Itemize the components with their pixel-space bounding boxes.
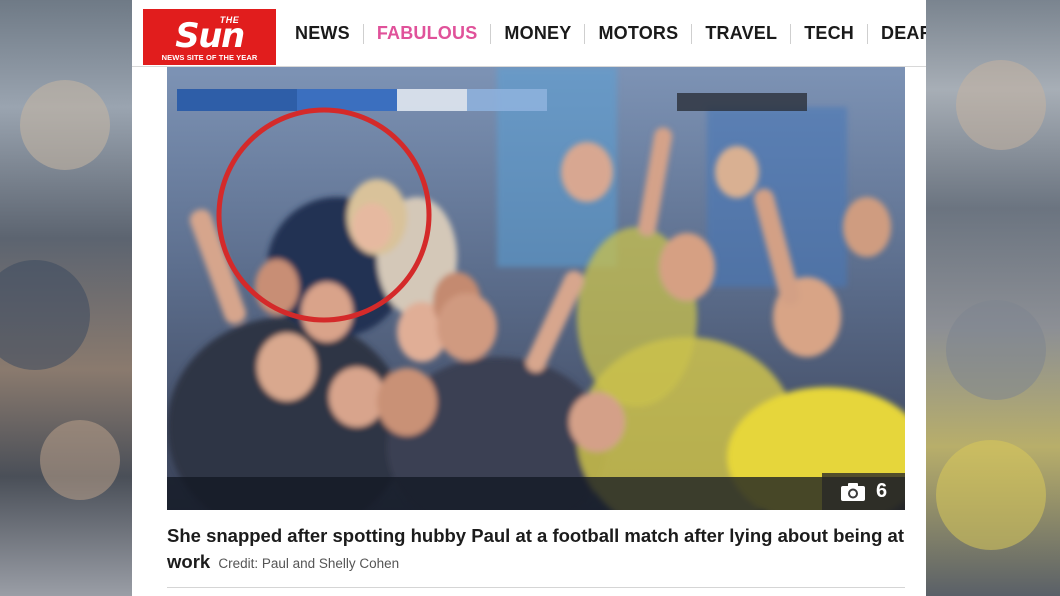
nav-item-dear-deidre[interactable]: DEAR DEIDRE bbox=[876, 23, 926, 44]
crowd-photo-illustration bbox=[167, 67, 905, 510]
nav-item-money[interactable]: MONEY bbox=[499, 23, 576, 44]
nav-item-tech[interactable]: TECH bbox=[799, 23, 859, 44]
nav-item-travel[interactable]: TRAVEL bbox=[700, 23, 782, 44]
nav-divider bbox=[691, 23, 693, 44]
gallery-button[interactable]: 6 bbox=[822, 473, 905, 510]
nav-divider bbox=[584, 23, 586, 44]
site-header: THE Sun NEWS SITE OF THE YEAR NEWS FABUL… bbox=[132, 0, 926, 67]
nav-item-news[interactable]: NEWS bbox=[290, 23, 355, 44]
main-nav: NEWS FABULOUS MONEY MOTORS TRAVEL TECH D… bbox=[290, 0, 926, 66]
nav-item-motors[interactable]: MOTORS bbox=[593, 23, 683, 44]
photo-credit: Credit: Paul and Shelly Cohen bbox=[218, 556, 400, 571]
sun-logo[interactable]: THE Sun NEWS SITE OF THE YEAR bbox=[143, 9, 276, 65]
logo-tagline: NEWS SITE OF THE YEAR bbox=[161, 53, 258, 62]
nav-divider bbox=[790, 23, 792, 44]
article-column: THE Sun NEWS SITE OF THE YEAR NEWS FABUL… bbox=[132, 0, 926, 596]
photo-caption: She snapped after spotting hubby Paul at… bbox=[167, 523, 905, 577]
nav-item-fabulous[interactable]: FABULOUS bbox=[372, 23, 483, 44]
camera-icon bbox=[840, 482, 865, 501]
nav-divider bbox=[867, 23, 868, 44]
logo-wordmark: Sun bbox=[175, 16, 245, 56]
gallery-count: 6 bbox=[875, 480, 888, 502]
nav-divider bbox=[362, 23, 364, 44]
blurred-background-right bbox=[926, 0, 1060, 596]
divider bbox=[167, 587, 905, 588]
nav-divider bbox=[490, 23, 492, 44]
blurred-background-left bbox=[0, 0, 132, 596]
article-photo[interactable]: 6 bbox=[167, 67, 905, 510]
